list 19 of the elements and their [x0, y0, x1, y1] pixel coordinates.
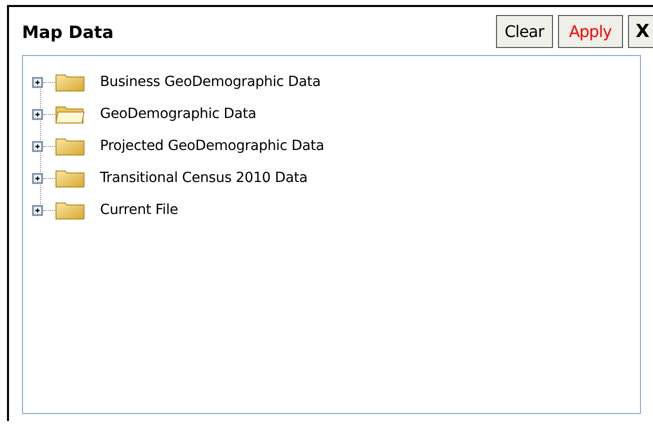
- folder-icon: [55, 200, 85, 220]
- close-button[interactable]: X: [628, 14, 653, 48]
- tree-item[interactable]: Current File: [100, 202, 178, 218]
- folder-icon: [55, 72, 85, 92]
- tree-item[interactable]: GeoDemographic Data: [100, 106, 256, 122]
- tree-item[interactable]: Business GeoDemographic Data: [100, 74, 321, 90]
- expand-icon[interactable]: [32, 108, 43, 120]
- expand-icon[interactable]: [32, 76, 43, 88]
- expand-icon[interactable]: [32, 172, 43, 184]
- apply-button[interactable]: Apply: [558, 14, 623, 48]
- expand-icon[interactable]: [32, 140, 43, 152]
- tree-item[interactable]: Projected GeoDemographic Data: [100, 138, 324, 154]
- expand-icon[interactable]: [32, 204, 43, 216]
- tree-item[interactable]: Transitional Census 2010 Data: [100, 170, 308, 186]
- folder-icon: [55, 136, 85, 156]
- panel-title: Map Data: [22, 22, 115, 43]
- clear-button[interactable]: Clear: [496, 14, 553, 48]
- folder-icon: [55, 168, 85, 188]
- open-folder-icon: [55, 104, 85, 124]
